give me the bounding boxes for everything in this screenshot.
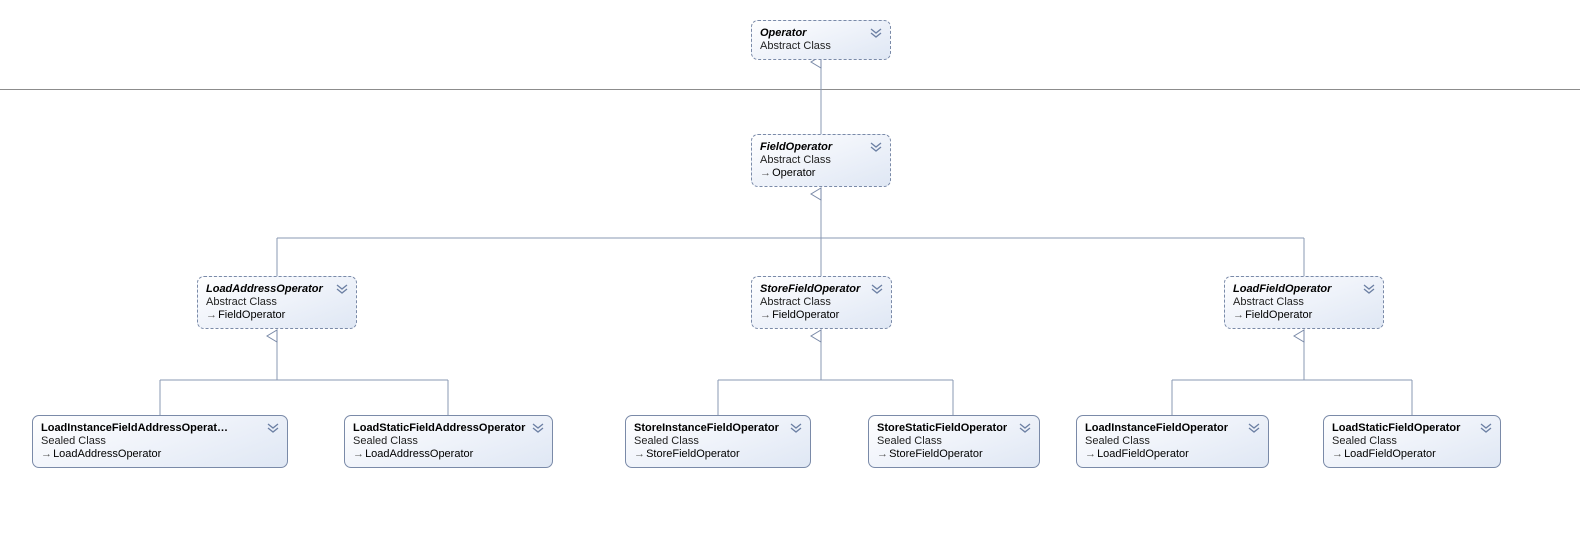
divider-line [0,89,1580,90]
class-node-load-field-operator[interactable]: LoadFieldOperator Abstract Class FieldOp… [1224,276,1384,329]
class-title: LoadStaticFieldAddressOperator [353,422,544,434]
class-node-load-static-field-address-operator[interactable]: LoadStaticFieldAddressOperator Sealed Cl… [344,415,553,468]
class-node-load-instance-field-operator[interactable]: LoadInstanceFieldOperator Sealed Class L… [1076,415,1269,468]
class-kind: Sealed Class [41,435,279,447]
class-base: FieldOperator [206,309,348,321]
class-title: StoreInstanceFieldOperator [634,422,802,434]
expand-icon[interactable] [871,283,883,295]
expand-icon[interactable] [267,422,279,434]
expand-icon[interactable] [1480,422,1492,434]
class-node-load-instance-field-address-operator[interactable]: LoadInstanceFieldAddressOperat… Sealed C… [32,415,288,468]
class-kind: Sealed Class [353,435,544,447]
class-title: StoreStaticFieldOperator [877,422,1031,434]
class-node-store-instance-field-operator[interactable]: StoreInstanceFieldOperator Sealed Class … [625,415,811,468]
class-kind: Abstract Class [760,296,883,308]
class-title: LoadInstanceFieldAddressOperat… [41,422,279,434]
expand-icon[interactable] [1248,422,1260,434]
class-title: FieldOperator [760,141,882,153]
class-base: Operator [760,167,882,179]
class-kind: Sealed Class [1332,435,1492,447]
class-node-field-operator[interactable]: FieldOperator Abstract Class Operator [751,134,891,187]
class-node-load-static-field-operator[interactable]: LoadStaticFieldOperator Sealed Class Loa… [1323,415,1501,468]
class-node-operator[interactable]: Operator Abstract Class [751,20,891,60]
class-base: FieldOperator [760,309,883,321]
class-base: StoreFieldOperator [634,448,802,460]
class-title: LoadFieldOperator [1233,283,1375,295]
class-base: StoreFieldOperator [877,448,1031,460]
class-base: LoadAddressOperator [353,448,544,460]
class-base: LoadAddressOperator [41,448,279,460]
expand-icon[interactable] [532,422,544,434]
class-kind: Abstract Class [760,40,882,52]
class-kind: Sealed Class [877,435,1031,447]
expand-icon[interactable] [870,141,882,153]
class-base: LoadFieldOperator [1332,448,1492,460]
expand-icon[interactable] [336,283,348,295]
class-node-store-static-field-operator[interactable]: StoreStaticFieldOperator Sealed Class St… [868,415,1040,468]
expand-icon[interactable] [790,422,802,434]
class-title: LoadStaticFieldOperator [1332,422,1492,434]
class-kind: Sealed Class [634,435,802,447]
class-kind: Abstract Class [760,154,882,166]
class-title: LoadAddressOperator [206,283,348,295]
class-title: LoadInstanceFieldOperator [1085,422,1260,434]
expand-icon[interactable] [1019,422,1031,434]
expand-icon[interactable] [1363,283,1375,295]
expand-icon[interactable] [870,27,882,39]
class-title: Operator [760,27,882,39]
class-kind: Abstract Class [1233,296,1375,308]
class-base: FieldOperator [1233,309,1375,321]
class-kind: Sealed Class [1085,435,1260,447]
class-base: LoadFieldOperator [1085,448,1260,460]
class-node-load-address-operator[interactable]: LoadAddressOperator Abstract Class Field… [197,276,357,329]
class-kind: Abstract Class [206,296,348,308]
class-title: StoreFieldOperator [760,283,883,295]
class-node-store-field-operator[interactable]: StoreFieldOperator Abstract Class FieldO… [751,276,892,329]
